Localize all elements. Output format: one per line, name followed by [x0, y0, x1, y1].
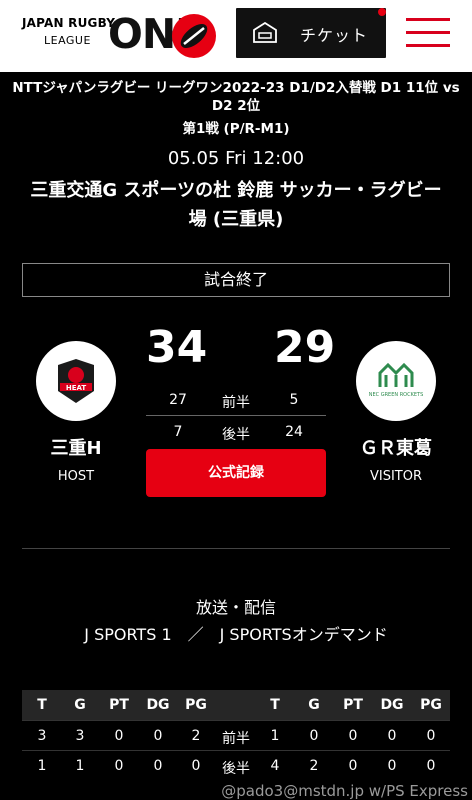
stats-cell: 前半	[222, 731, 250, 747]
stats-header-cell: PG	[420, 697, 442, 713]
away-team-name: ＧＲ東葛	[360, 438, 432, 459]
stats-cell: 3	[37, 728, 47, 744]
stats-header-cell: PT	[109, 697, 129, 713]
ticket-icon	[253, 22, 277, 43]
away-team-role: VISITOR	[369, 469, 423, 484]
away-first-half: 5	[289, 392, 299, 408]
logo-line1: JAPAN RUGBY	[22, 16, 116, 30]
ticket-button[interactable]: チケット	[236, 8, 386, 58]
stats-cell: 0	[191, 758, 201, 774]
stats-cell: 0	[426, 758, 436, 774]
home-first-half: 27	[169, 392, 187, 408]
stats-cell: 0	[114, 758, 124, 774]
stats-cell: 0	[348, 758, 358, 774]
away-logo-text: NEC GREEN ROCKETS	[369, 392, 424, 398]
stats-cell: 0	[348, 728, 358, 744]
stats-table: T G PT DG PG T G PT DG PG 3 3 0 0 2 前半 1 0 0 0 0 1 1 0 0 0 後半 4 2 0…	[22, 690, 450, 780]
second-half-row: 7 後半 24	[146, 418, 326, 448]
score-divider	[146, 415, 326, 416]
stats-cell: 0	[114, 728, 124, 744]
match-venue: 三重交通G スポーツの杜 鈴鹿 サッカー・ラグビー場 (三重県)	[30, 180, 442, 230]
stats-cell: 2	[191, 728, 201, 744]
stats-cell: 1	[75, 758, 85, 774]
stats-header-row: T G PT DG PG T G PT DG PG	[22, 690, 450, 720]
green-rockets-logo-icon: NEC GREEN ROCKETS	[369, 362, 424, 398]
stats-header-cell: PT	[343, 697, 363, 713]
stats-cell: 後半	[222, 761, 250, 777]
table-row: 1 1 0 0 0 後半 4 2 0 0 0	[22, 750, 450, 780]
stats-cell: 2	[309, 758, 319, 774]
league-one-logo[interactable]: JAPAN RUGBY LEAGUE ONE	[22, 10, 222, 60]
stats-header-cell: DG	[146, 697, 170, 713]
stats-cell: 0	[153, 728, 163, 744]
stats-header-cell: DG	[380, 697, 404, 713]
stats-cell: 3	[75, 728, 85, 744]
stats-cell: 1	[270, 728, 280, 744]
match-datetime: 05.05 Fri 12:00	[167, 148, 305, 169]
stats-cell: 0	[153, 758, 163, 774]
stats-cell: 1	[37, 758, 47, 774]
away-total-score: 29	[274, 322, 336, 373]
stats-header-cell: G	[308, 697, 320, 713]
heat-logo-icon: HEAT	[58, 359, 94, 403]
table-row: 3 3 0 0 2 前半 1 0 0 0 0	[22, 720, 450, 750]
stats-cell: 0	[309, 728, 319, 744]
stats-header-cell: T	[37, 697, 47, 713]
match-title: NTTジャパンラグビー リーグワン2022-23 D1/D2入替戦 D1 11位…	[12, 80, 460, 114]
stats-header-cell: T	[270, 697, 280, 713]
rugby-ball-icon	[172, 14, 216, 58]
stats-header-cell: G	[74, 697, 86, 713]
match-status: 試合終了	[22, 263, 450, 297]
hamburger-menu-icon[interactable]	[406, 18, 450, 48]
section-divider	[22, 548, 450, 549]
second-half-label: 後半	[222, 427, 250, 443]
home-second-half: 7	[173, 424, 183, 440]
home-team-role: HOST	[57, 469, 95, 484]
away-team-logo[interactable]: NEC GREEN ROCKETS	[356, 341, 436, 421]
first-half-label: 前半	[222, 395, 250, 411]
notification-dot	[378, 8, 386, 16]
broadcast-title: 放送・配信	[195, 598, 276, 617]
stats-cell: 0	[387, 728, 397, 744]
stats-cell: 0	[387, 758, 397, 774]
ticket-label: チケット	[300, 26, 369, 45]
first-half-row: 27 前半 5	[146, 386, 326, 416]
home-total-score: 34	[146, 322, 208, 373]
broadcast-channels: J SPORTS 1 ／ J SPORTSオンデマンド	[84, 625, 388, 644]
stats-cell: 0	[426, 728, 436, 744]
match-round: 第1戦 (P/R-M1)	[182, 121, 290, 137]
home-team-name: 三重H	[50, 438, 102, 459]
watermark: @pado3@mstdn.jp w/PS Express	[221, 782, 468, 800]
home-team-logo[interactable]: HEAT	[36, 341, 116, 421]
home-logo-text: HEAT	[66, 384, 87, 392]
away-second-half: 24	[285, 424, 303, 440]
logo-line2: LEAGUE	[44, 34, 91, 47]
official-record-button[interactable]: 公式記録	[146, 449, 326, 497]
stats-header-cell: PG	[185, 697, 207, 713]
site-header: JAPAN RUGBY LEAGUE ONE チケット	[0, 0, 472, 72]
stats-cell: 4	[270, 758, 280, 774]
